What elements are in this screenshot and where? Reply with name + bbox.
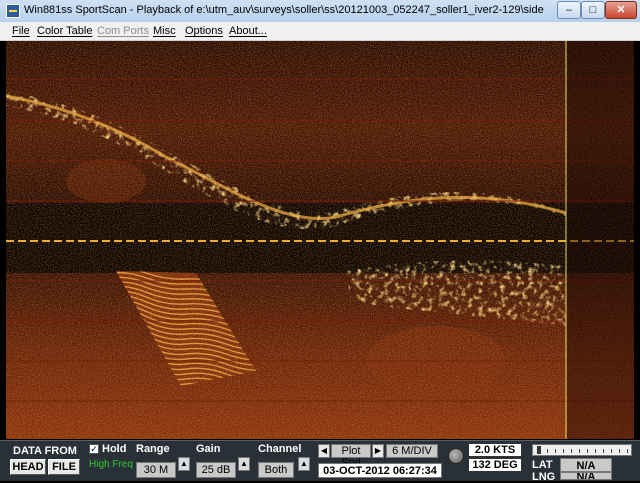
- menu-color-table[interactable]: Color Table: [37, 25, 92, 37]
- scale-division-field: 6 M/DIV: [386, 444, 438, 458]
- slider-tick: [603, 449, 604, 453]
- slider-tick: [595, 449, 596, 453]
- unplotted-region: [567, 41, 634, 439]
- range-spinner-up[interactable]: ▲: [178, 457, 190, 471]
- sidescan-sonar-display[interactable]: [6, 41, 634, 439]
- range-field[interactable]: 30 M: [136, 462, 176, 478]
- slider-tick: [571, 449, 572, 453]
- lng-value: N/A: [560, 472, 612, 480]
- range-label: Range: [136, 443, 170, 455]
- channel-label: Channel: [258, 443, 302, 455]
- menu-com-ports[interactable]: Com Ports: [97, 25, 149, 37]
- sonar-app-icon[interactable]: [6, 4, 20, 18]
- gain-knob-icon[interactable]: [448, 448, 464, 464]
- slider-tick: [587, 449, 588, 453]
- gain-field[interactable]: 25 dB: [196, 462, 236, 478]
- maximize-button[interactable]: □: [581, 1, 605, 19]
- plot-speed-field[interactable]: Plot Spd: [331, 444, 371, 469]
- menu-file[interactable]: File: [12, 25, 30, 37]
- slider-tick: [611, 449, 612, 453]
- sonar-waterfall-image: [6, 41, 634, 439]
- heading-readout: 132 DEG: [468, 458, 522, 472]
- slider-tick: [547, 449, 548, 453]
- slider-tick: [619, 449, 620, 453]
- plot-speed-left-arrow[interactable]: ◀: [318, 444, 330, 458]
- channel-field[interactable]: Both: [258, 462, 294, 478]
- title-bar: Win881ss SportScan - Playback of e:\utm_…: [0, 0, 640, 23]
- data-from-label: DATA FROM: [13, 445, 77, 457]
- channel-spinner-up[interactable]: ▲: [298, 457, 310, 471]
- gain-label: Gain: [196, 443, 221, 455]
- hold-checkbox[interactable]: ✓: [89, 444, 99, 454]
- menu-misc[interactable]: Misc: [153, 25, 176, 37]
- speed-readout: 2.0 KTS: [468, 443, 522, 457]
- slider-tick: [539, 449, 540, 453]
- datetime-readout: 03-OCT-2012 06:27:34: [318, 463, 442, 478]
- slider-tick: [627, 449, 628, 453]
- high-freq-indicator: High Freq: [89, 459, 133, 470]
- hold-label: Hold: [102, 443, 127, 455]
- minimize-button[interactable]: –: [557, 1, 581, 19]
- lat-value: N/A: [560, 458, 612, 472]
- gain-spinner-up[interactable]: ▲: [238, 457, 250, 471]
- slider-tick: [555, 449, 556, 453]
- file-button[interactable]: FILE: [48, 459, 80, 475]
- menu-options[interactable]: Options: [185, 25, 223, 37]
- slider-tick: [563, 449, 564, 453]
- lng-label: LNG: [532, 471, 556, 483]
- menu-bar: File Color Table Com Ports Misc Options …: [0, 22, 640, 41]
- lat-label: LAT: [532, 459, 553, 471]
- position-slider[interactable]: [532, 444, 632, 456]
- slider-tick: [579, 449, 580, 453]
- close-button[interactable]: ✕: [605, 1, 637, 19]
- menu-about[interactable]: About...: [229, 25, 267, 37]
- plot-speed-right-arrow[interactable]: ▶: [372, 444, 384, 458]
- head-button[interactable]: HEAD: [10, 459, 46, 475]
- window-title: Win881ss SportScan - Playback of e:\utm_…: [24, 4, 544, 16]
